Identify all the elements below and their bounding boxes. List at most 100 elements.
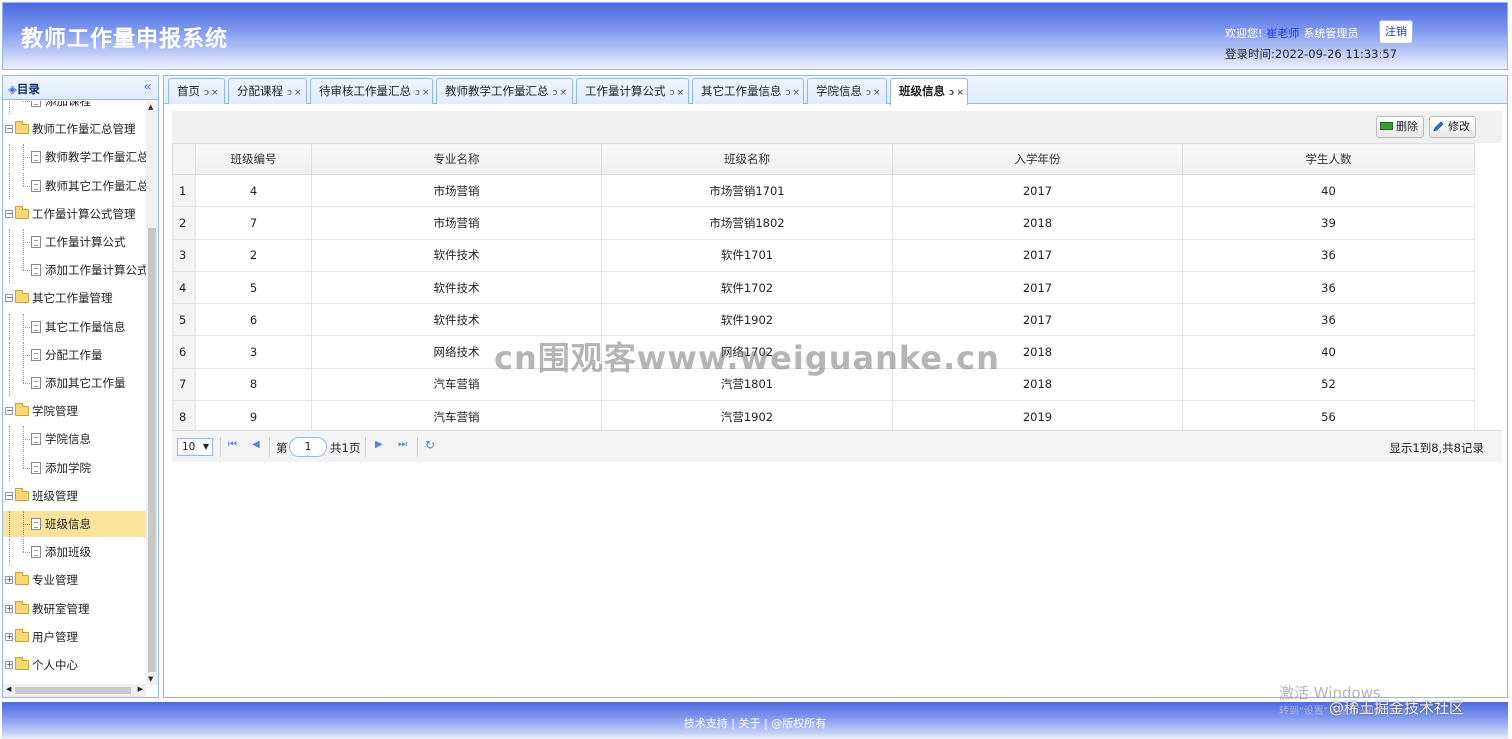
user-name[interactable]: 崔老师 [1266, 27, 1299, 40]
table-cell: 36 [1182, 270, 1475, 305]
table-row[interactable]: 1 4 市场营销 市场营销1701 2017 40 [172, 173, 1490, 208]
table-row[interactable]: 2 7 市场营销 市场营销1802 2018 39 [172, 206, 1490, 240]
scroll-thumb-horizontal[interactable] [15, 687, 131, 694]
tab-refresh-icon[interactable]: ↄ [866, 88, 871, 98]
tab-refresh-icon[interactable]: ↄ [204, 88, 209, 98]
column-header[interactable]: 班级编号 [195, 143, 312, 175]
delete-button[interactable]: 删除 [1376, 116, 1424, 138]
column-header[interactable]: 入学年份 [892, 143, 1183, 175]
tab-7[interactable]: 学院信息 ↄ × [807, 78, 887, 104]
table-row[interactable]: 7 8 汽车营销 汽营1801 2018 52 [172, 367, 1490, 402]
scroll-right-icon[interactable]: ▶ [138, 685, 143, 693]
tab-close-icon[interactable]: × [873, 88, 881, 98]
tree-line [9, 511, 10, 537]
collapse-toggle-icon[interactable]: − [5, 407, 13, 416]
edit-button[interactable]: 修改 [1429, 116, 1476, 138]
sidebar-folder[interactable]: − 学院管理 [3, 398, 146, 424]
column-header[interactable]: 专业名称 [311, 143, 602, 175]
tab-close-icon[interactable]: × [676, 88, 684, 98]
collapse-toggle-icon[interactable]: − [5, 209, 13, 218]
next-page-icon[interactable]: ▶ [375, 439, 383, 450]
tab-4[interactable]: 教师教学工作量汇总 ↄ × [436, 78, 573, 104]
sidebar-folder[interactable]: + 用户管理 [3, 624, 146, 650]
sidebar-folder[interactable]: + 专业管理 [3, 567, 146, 593]
tab-refresh-icon[interactable]: ↄ [287, 88, 292, 98]
expand-toggle-icon[interactable]: + [5, 576, 13, 585]
tab-6[interactable]: 其它工作量信息 ↄ × [692, 78, 804, 104]
scroll-thumb[interactable] [148, 228, 156, 672]
first-page-icon[interactable]: ⏮ [228, 439, 237, 450]
folder-icon [15, 290, 29, 304]
collapse-toggle-icon[interactable]: − [5, 491, 13, 500]
table-row[interactable]: 5 6 软件技术 软件1902 2017 36 [172, 303, 1490, 337]
tab-close-icon[interactable]: × [956, 88, 964, 98]
sidebar-item[interactable]: 添加班级 [3, 539, 146, 566]
scroll-left-icon[interactable]: ◀ [6, 685, 11, 693]
expand-toggle-icon[interactable]: + [5, 632, 13, 641]
tab-3[interactable]: 待审核工作量汇总 ↄ × [310, 78, 433, 104]
sidebar-item[interactable]: 学院信息 [3, 426, 146, 453]
scroll-up-icon[interactable]: ▲ [148, 103, 153, 111]
tab-close-icon[interactable]: × [294, 88, 302, 98]
tab-2[interactable]: 分配课程 ↄ × [228, 78, 307, 104]
sidebar-item[interactable]: 添加课程 [3, 101, 146, 114]
tab-close-icon[interactable]: × [422, 88, 430, 98]
tab-8[interactable]: 班级信息 ↄ × [890, 78, 968, 105]
tab-refresh-icon[interactable]: ↄ [949, 88, 954, 98]
table-row[interactable]: 6 3 网络技术 网络1702 2018 40 [172, 335, 1490, 369]
scroll-down-icon[interactable]: ▼ [148, 675, 153, 683]
sidebar-item[interactable]: 其它工作量信息 [3, 313, 146, 340]
sidebar-item[interactable]: 分配工作量 [3, 341, 146, 368]
sidebar-folder[interactable]: − 班级管理 [3, 483, 146, 509]
column-header[interactable]: 班级名称 [601, 143, 893, 175]
table-row[interactable]: 3 2 软件技术 软件1701 2017 36 [172, 238, 1490, 272]
tab-close-icon[interactable]: × [792, 88, 800, 98]
table-cell: 市场营销1701 [601, 173, 893, 208]
delete-icon [1380, 122, 1393, 130]
sidebar-item[interactable]: 教师其它工作量汇总 [3, 172, 146, 199]
sidebar-item[interactable]: 教师教学工作量汇总 [3, 144, 146, 171]
collapse-toggle-icon[interactable]: − [5, 294, 13, 303]
prev-page-icon[interactable]: ◀ [252, 439, 260, 450]
sidebar-item[interactable]: 工作量计算公式 [3, 229, 146, 255]
pager-separator [417, 437, 419, 457]
expand-toggle-icon[interactable]: + [5, 604, 13, 613]
sidebar-folder[interactable]: − 教师工作量汇总管理 [3, 116, 146, 142]
folder-icon [15, 572, 29, 586]
collapse-toggle-icon[interactable]: − [5, 125, 13, 134]
table-cell: 6 [195, 303, 312, 337]
sidebar-horizontal-scrollbar[interactable]: ◀ ▶ [3, 684, 146, 697]
tab-refresh-icon[interactable]: ↄ [670, 88, 675, 98]
table-row[interactable]: 8 9 汽车营销 汽营1902 2019 56 [172, 400, 1490, 434]
tab-refresh-icon[interactable]: ↄ [415, 88, 420, 98]
sidebar-folder[interactable]: + 个人中心 [3, 652, 146, 678]
tab-refresh-icon[interactable]: ↄ [553, 88, 558, 98]
refresh-icon[interactable]: ↻ [425, 438, 435, 452]
sidebar-item[interactable]: 添加工作量计算公式 [3, 257, 146, 284]
sidebar-folder[interactable]: − 工作量计算公式管理 [3, 201, 146, 227]
sidebar-item[interactable]: 班级信息 [3, 511, 146, 537]
tab-5[interactable]: 工作量计算公式 ↄ × [576, 78, 689, 104]
expand-toggle-icon[interactable]: + [5, 661, 13, 669]
table-row[interactable]: 4 5 软件技术 软件1702 2017 36 [172, 270, 1490, 305]
sidebar-item[interactable]: 添加其它工作量 [3, 370, 146, 396]
tab-close-icon[interactable]: × [559, 88, 567, 98]
sidebar-vertical-scrollbar[interactable]: ▲ ▼ [146, 101, 158, 685]
collapse-icon[interactable]: « [143, 79, 152, 95]
table-cell: 52 [1182, 367, 1475, 402]
column-header[interactable]: 学生人数 [1182, 143, 1475, 175]
last-page-icon[interactable]: ⏭ [398, 439, 407, 450]
sidebar-item[interactable]: 添加学院 [3, 454, 146, 481]
sidebar-folder[interactable]: + 教研室管理 [3, 596, 146, 622]
page-size-select[interactable]: 10 ▼ [177, 438, 213, 456]
tab-1[interactable]: 首页 ↄ × [168, 78, 225, 104]
table-cell: 汽车营销 [311, 400, 602, 434]
logout-button[interactable]: 注销 [1379, 20, 1413, 44]
app-title: 教师工作量申报系统 [21, 27, 229, 52]
sidebar-title-text: 目录 [16, 82, 40, 96]
page-number-input[interactable]: 1 [289, 437, 327, 457]
tab-refresh-icon[interactable]: ↄ [786, 88, 791, 98]
sidebar-folder[interactable]: − 其它工作量管理 [3, 285, 146, 311]
sidebar-item-label: 教师工作量汇总管理 [32, 122, 136, 137]
tab-close-icon[interactable]: × [211, 88, 219, 98]
